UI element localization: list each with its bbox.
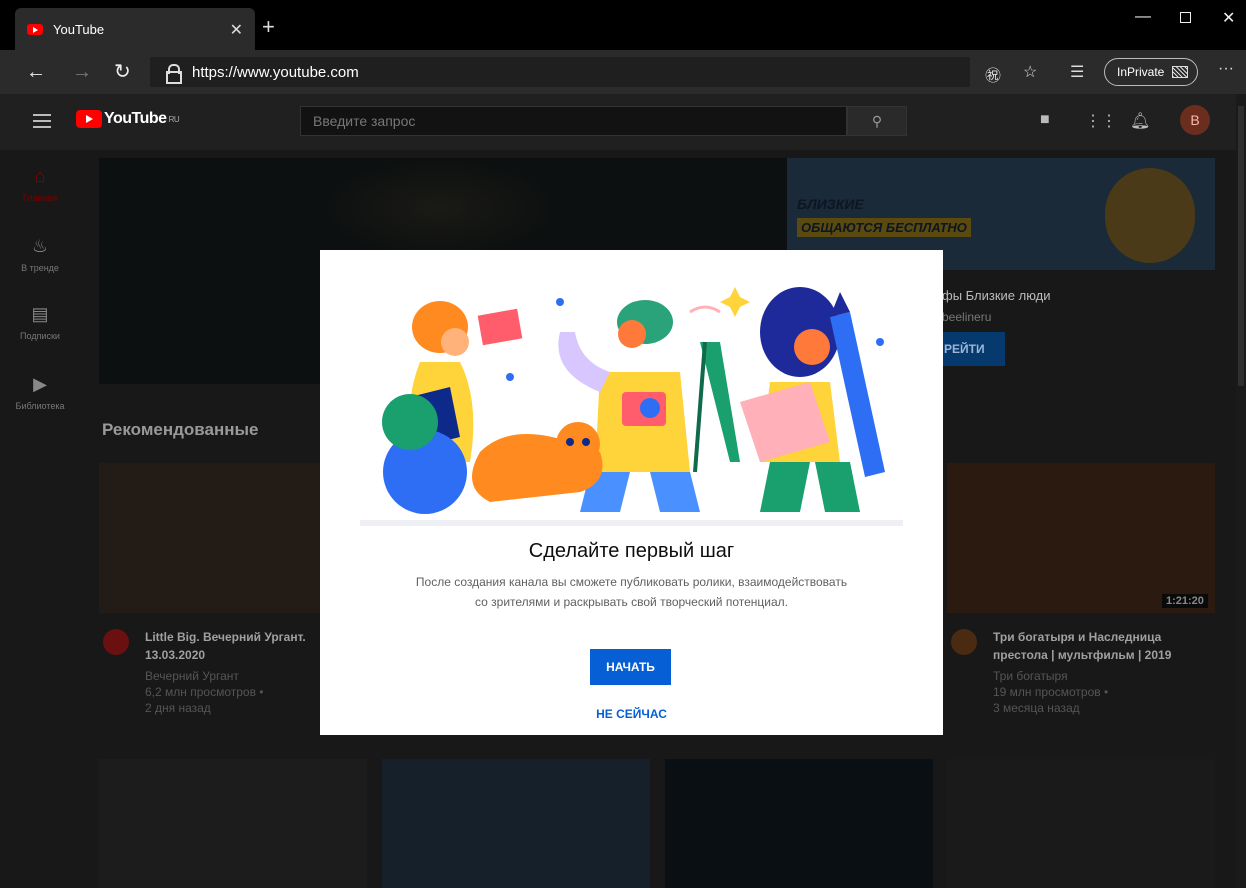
home-icon: ⌂ (34, 166, 46, 186)
hero-thumbnail (319, 158, 559, 258)
browser-toolbar: ← → ↻ https:// www.youtube.com ㊗ ☆ ☰ InP… (0, 50, 1246, 94)
video-thumbnail[interactable] (947, 759, 1215, 888)
youtube-header: YouTube RU Введите запрос ⚲ ■ ⋮⋮ 🔔︎ B (0, 94, 1236, 150)
dialog-title: Сделайте первый шаг (528, 540, 735, 562)
hamburger-menu-icon[interactable] (33, 114, 51, 128)
video-thumbnail[interactable] (99, 759, 367, 888)
youtube-play-icon (76, 110, 102, 128)
sidebar-item-home[interactable]: ⌂ Главная (0, 166, 80, 203)
tab-close-icon[interactable]: ✕ (230, 20, 243, 40)
start-button[interactable]: НАЧАТЬ (590, 649, 671, 685)
ad-title: БЛИЗКИЕ (797, 196, 864, 212)
sidebar-item-trending[interactable]: ♨ В тренде (0, 236, 80, 273)
youtube-favicon-icon (27, 23, 43, 35)
ad-go-button[interactable]: РЕЙТИ (942, 332, 1005, 366)
video-thumbnail[interactable] (665, 759, 933, 888)
read-aloud-icon[interactable]: ㊗ (985, 62, 1001, 86)
channel-avatar[interactable] (951, 629, 977, 655)
video-title[interactable]: Три богатыря и Наследница престола | мул… (993, 628, 1213, 664)
inprivate-badge[interactable]: InPrivate (1104, 58, 1198, 86)
ad-subtitle: ОБЩАЮТСЯ БЕСПЛАТНО (797, 218, 971, 237)
video-thumbnail[interactable] (382, 759, 650, 888)
ad-channel[interactable]: beelineru (942, 310, 991, 324)
favorites-list-icon[interactable]: ☰ (1070, 62, 1084, 82)
url-host: www.youtube.com (237, 63, 359, 81)
library-icon: ▶ (33, 374, 47, 394)
apps-grid-icon[interactable]: ⋮⋮ (1085, 111, 1117, 131)
sidebar-item-label: Библиотека (15, 401, 65, 411)
create-video-icon[interactable]: ■ (1040, 111, 1050, 129)
sidebar-item-library[interactable]: ▶ Библиотека (0, 374, 80, 411)
sidebar-item-label: В тренде (21, 263, 59, 273)
video-age: 2 дня назад (145, 701, 211, 715)
search-input[interactable]: Введите запрос (300, 106, 847, 136)
tab-title: YouTube (53, 21, 105, 37)
creators-illustration (360, 287, 903, 526)
scrollbar-thumb[interactable] (1238, 106, 1244, 386)
avatar[interactable]: B (1180, 105, 1210, 135)
favorite-star-icon[interactable]: ☆ (1023, 62, 1037, 82)
video-age: 3 месяца назад (993, 701, 1080, 715)
forward-arrow-icon[interactable]: → (72, 60, 92, 84)
dialog-body: После создания канала вы сможете публико… (415, 575, 848, 609)
video-duration: 1:21:20 (1162, 594, 1208, 608)
browser-tab-youtube[interactable]: YouTube ✕ (15, 8, 255, 50)
ad-text: фы Близкие люди (942, 288, 1051, 303)
inprivate-label: InPrivate (1117, 65, 1165, 79)
video-channel[interactable]: Три богатыря (993, 668, 1193, 684)
lock-icon (166, 64, 182, 84)
logo-text: YouTube (104, 110, 167, 127)
section-title: Рекомендованные (102, 420, 259, 439)
sidebar-item-subscriptions[interactable]: ▤ Подписки (0, 304, 80, 341)
video-thumbnail[interactable] (947, 463, 1215, 613)
youtube-logo[interactable]: YouTube RU (76, 110, 180, 128)
sidebar-item-label: Главная (22, 193, 58, 203)
url-scheme: https:// (192, 63, 238, 81)
new-tab-button[interactable]: + (262, 16, 275, 38)
not-now-button[interactable]: НЕ СЕЙЧАС (580, 702, 683, 726)
video-views: 19 млн просмотров • (993, 685, 1109, 699)
back-arrow-icon[interactable]: ← (26, 60, 46, 84)
subscriptions-icon: ▤ (31, 304, 49, 324)
browser-titlebar: YouTube ✕ + — ✕ (0, 0, 1246, 50)
sidebar-item-label: Подписки (20, 331, 60, 341)
inprivate-icon (1172, 66, 1189, 78)
maximize-icon[interactable] (1180, 12, 1191, 23)
refresh-icon[interactable]: ↻ (114, 60, 131, 84)
minimize-icon[interactable]: — (1135, 8, 1151, 26)
scrollbar[interactable] (1236, 94, 1246, 888)
notifications-bell-icon[interactable]: 🔔︎ (1130, 111, 1150, 131)
logo-region: RU (168, 114, 180, 124)
more-dots-icon[interactable]: ··· (1218, 60, 1234, 78)
fire-icon: ♨ (31, 236, 49, 256)
search-button[interactable]: ⚲ (847, 106, 907, 136)
close-window-icon[interactable]: ✕ (1222, 8, 1235, 28)
address-bar[interactable]: https:// www.youtube.com (150, 57, 970, 87)
create-channel-dialog: Сделайте первый шаг После создания канал… (320, 250, 943, 735)
channel-avatar[interactable] (103, 629, 129, 655)
video-views: 6,2 млн просмотров • (145, 685, 264, 699)
search-icon: ⚲ (871, 113, 883, 129)
ad-image (1105, 168, 1195, 263)
video-channel[interactable]: Вечерний Ургант (145, 668, 345, 684)
